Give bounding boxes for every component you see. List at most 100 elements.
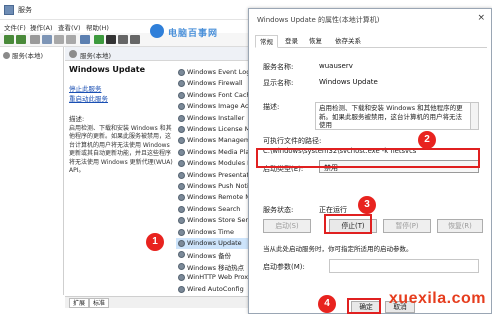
restart-service-link[interactable]: 重启动此服务	[69, 93, 108, 103]
tree-node-label: 服务(本地)	[12, 52, 44, 60]
play-icon[interactable]	[94, 35, 104, 44]
tree-node-services-local[interactable]: 服务(本地)	[3, 50, 43, 60]
service-name: Windows Presentati	[187, 170, 251, 179]
service-name-value: wuauserv	[319, 62, 353, 70]
service-name: Windows Store Serv	[187, 216, 252, 225]
tab-extended[interactable]: 扩展	[69, 298, 90, 308]
service-gear-icon	[178, 103, 185, 111]
start-params-hint: 当从此处启动服务时，你可指定所适用的启动参数。	[263, 245, 413, 253]
console-tree: 服务(本地)	[0, 47, 64, 295]
service-name: Windows Update	[187, 239, 242, 247]
resume-button[interactable]: 恢复(R)	[437, 219, 483, 233]
stop-icon[interactable]	[106, 35, 116, 44]
up-icon[interactable]	[30, 35, 40, 44]
gear-icon	[69, 50, 77, 58]
service-name: Windows License M	[187, 125, 251, 133]
start-button[interactable]: 启动(S)	[263, 219, 311, 233]
export-icon[interactable]	[66, 35, 76, 44]
logo-text: 电脑百事网	[168, 29, 219, 39]
callout-2: 2	[418, 131, 436, 149]
service-name: Wired AutoConfig	[187, 284, 244, 293]
service-gear-icon	[178, 80, 185, 88]
service-gear-icon	[178, 91, 185, 99]
callout-3: 3	[358, 196, 376, 214]
service-name: Windows Installer	[187, 113, 245, 122]
service-gear-icon	[178, 114, 185, 122]
service-name: Windows Modules I	[187, 159, 250, 168]
service-gear-icon	[178, 228, 185, 236]
service-gear-icon	[178, 251, 185, 259]
menu-file[interactable]: 文件(F)	[4, 22, 26, 32]
service-detail-pane: Windows Update 停止此服务 重启动此服务 描述: 启用检测、下载和…	[65, 61, 175, 295]
service-gear-icon	[178, 205, 185, 213]
path-label: 可执行文件的路径:	[263, 137, 322, 145]
service-gear-icon	[178, 285, 185, 293]
service-gear-icon	[178, 183, 185, 190]
tab-general[interactable]: 常规	[255, 35, 278, 48]
ok-button-highlight	[347, 298, 381, 314]
service-name: Windows Event Log	[187, 68, 251, 76]
description-scrollbar[interactable]	[471, 102, 479, 130]
service-gear-icon	[178, 160, 185, 168]
services-app-icon	[4, 5, 14, 15]
forward-icon[interactable]	[16, 35, 26, 44]
service-name: Windows Remote M	[187, 193, 251, 202]
display-name-value: Windows Update	[319, 78, 378, 86]
service-gear-icon	[178, 69, 185, 76]
pause-icon[interactable]	[118, 35, 128, 44]
stop-service-link[interactable]: 停止此服务	[69, 83, 102, 93]
tab-recovery[interactable]: 恢复	[305, 35, 326, 48]
service-name: Windows 备份	[187, 252, 232, 261]
show-hide-tree-icon[interactable]	[42, 35, 52, 44]
dialog-title: Windows Update 的属性(本地计算机)	[257, 16, 380, 24]
detail-desc-label: 描述:	[69, 115, 85, 123]
tab-logon[interactable]: 登录	[281, 35, 302, 48]
service-name: WinHTTP Web Proxy	[187, 273, 252, 282]
back-icon[interactable]	[4, 35, 14, 44]
service-name: Windows Media Pla	[187, 147, 250, 156]
service-gear-icon	[178, 171, 185, 179]
refresh-icon[interactable]	[54, 35, 64, 44]
service-name: Windows Firewall	[187, 79, 243, 88]
menu-help[interactable]: 帮助(H)	[86, 22, 109, 32]
service-gear-icon	[178, 148, 185, 156]
close-icon[interactable]: ×	[477, 13, 485, 23]
service-name: Windows 移动热点	[187, 263, 245, 272]
help-icon[interactable]	[80, 35, 90, 44]
service-gear-icon	[178, 126, 185, 133]
pause-button[interactable]: 暂停(P)	[383, 219, 431, 233]
display-name-label: 显示名称:	[263, 79, 294, 87]
service-gear-icon	[178, 137, 185, 145]
startup-type-highlight	[256, 148, 480, 168]
stop-button-highlight	[324, 214, 372, 234]
dialog-tabs: 常规 登录 恢复 依存关系	[255, 35, 487, 48]
callout-4: 4	[318, 295, 336, 313]
description-textbox[interactable]: 启用检测、下载和安装 Windows 和其他程序的更新。如果此服务被禁用，这台计…	[315, 102, 471, 130]
service-gear-icon	[178, 194, 185, 202]
callout-1: 1	[146, 233, 164, 251]
tab-standard[interactable]: 标准	[89, 298, 110, 308]
service-name-label: 服务名称:	[263, 63, 294, 71]
service-status-label: 服务状态:	[263, 206, 294, 214]
service-name: Windows Font Cache	[187, 90, 255, 99]
services-window-title: 服务	[18, 6, 32, 14]
menu-view[interactable]: 查看(V)	[58, 22, 81, 32]
watermark: xuexila.com	[388, 290, 486, 307]
start-params-input[interactable]	[329, 259, 479, 273]
view-tabs: 扩展 标准	[65, 296, 260, 308]
service-name: Windows Time	[187, 227, 234, 236]
restart-icon[interactable]	[130, 35, 140, 44]
pane-header-label: 服务(本地)	[80, 52, 112, 60]
services-window: 服务 文件(F) 操作(A) 查看(V) 帮助(H) 电脑百事网 服务(本地) …	[0, 0, 260, 314]
gear-icon	[3, 52, 10, 59]
service-gear-icon	[178, 240, 185, 247]
service-gear-icon	[178, 274, 185, 282]
detail-description: 启用检测、下载和安装 Windows 和其他程序的更新。如果此服务被禁用，这台计…	[69, 125, 173, 175]
pane-header: 服务(本地)	[65, 47, 260, 61]
menu-action[interactable]: 操作(A)	[30, 22, 53, 32]
start-params-label: 启动参数(M):	[263, 263, 305, 271]
services-title-bar: 服务	[0, 0, 260, 20]
service-gear-icon	[178, 217, 185, 225]
tab-dependencies[interactable]: 依存关系	[331, 35, 365, 48]
dialog-title-bar: Windows Update 的属性(本地计算机) ×	[249, 9, 491, 29]
